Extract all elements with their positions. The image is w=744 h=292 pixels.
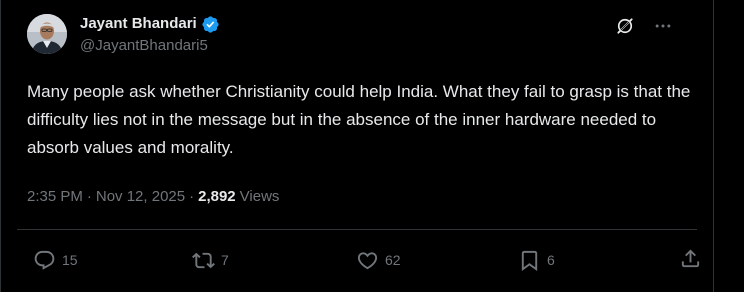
person-avatar-icon [27,14,67,54]
repost-button[interactable]: 7 [192,247,229,273]
divider [17,229,697,230]
author-name-row: Jayant Bhandari [80,14,220,34]
meta-separator-2: · [189,188,195,205]
heart-icon [357,251,378,269]
author-handle[interactable]: @JayantBhandari5 [80,36,208,56]
tweet-meta: 2:35 PM · Nov 12, 2025 · 2,892 Views [27,187,279,207]
header-actions [615,16,673,36]
share-icon [681,249,700,268]
verified-badge-icon[interactable] [201,15,220,34]
display-name[interactable]: Jayant Bhandari [80,14,197,34]
like-count: 62 [385,252,401,268]
tweet-date[interactable]: Nov 12, 2025 [96,187,185,207]
tweet-text: Many people ask whether Christianity cou… [27,82,691,157]
meta-separator: · [86,188,92,205]
like-button[interactable]: 62 [356,247,401,273]
reply-button[interactable]: 15 [33,247,78,273]
repost-icon [192,252,215,268]
more-icon[interactable] [653,16,673,36]
tweet-card: Jayant Bhandari @JayantBhandari5 Many pe… [0,0,714,292]
bookmark-button[interactable]: 6 [518,247,555,273]
share-button[interactable] [679,247,702,270]
tweet-time[interactable]: 2:35 PM [27,187,83,207]
grok-icon[interactable] [615,16,635,36]
views-count[interactable]: 2,892 [198,187,236,207]
bookmark-count: 6 [547,252,555,268]
views-label[interactable]: Views [240,187,280,207]
action-bar: 15 7 62 6 [27,247,707,273]
reply-icon [34,250,55,270]
avatar[interactable] [27,14,67,54]
repost-count: 7 [221,252,229,268]
reply-count: 15 [62,252,78,268]
bookmark-icon [521,250,538,271]
